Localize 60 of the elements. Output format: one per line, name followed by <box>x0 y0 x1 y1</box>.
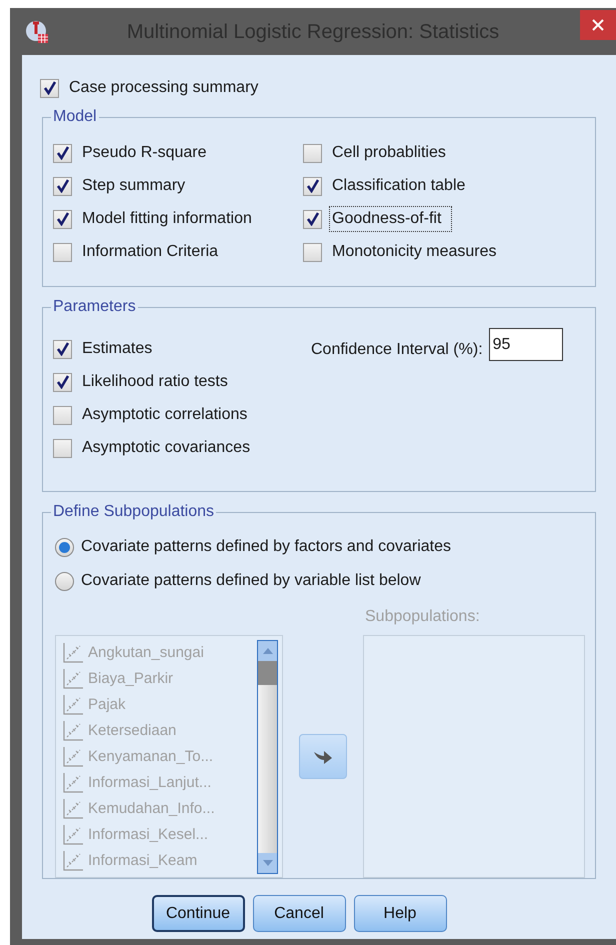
checkbox-label: Model fitting information <box>81 209 253 229</box>
checkbox-label: Monotonicity measures <box>331 242 498 262</box>
scale-variable-icon <box>62 694 84 716</box>
scale-variable-icon <box>62 798 84 820</box>
check-icon <box>42 81 56 95</box>
checkbox[interactable] <box>53 372 72 392</box>
checkbox[interactable] <box>303 176 322 196</box>
checkbox-label: Information Criteria <box>81 242 220 262</box>
checkbox-label: Estimates <box>81 339 154 359</box>
move-button[interactable] <box>299 734 347 779</box>
scroll-down-icon <box>262 860 272 866</box>
checkbox[interactable] <box>303 144 322 162</box>
checkbox[interactable] <box>53 438 72 458</box>
checkbox[interactable] <box>303 242 322 262</box>
dialog-button[interactable]: Continue <box>152 895 244 932</box>
checkbox-label: Classification table <box>331 176 466 196</box>
checkbox-label: Asymptotic correlations <box>81 405 248 425</box>
scale-variable-icon <box>62 642 84 664</box>
radio-label: Covariate patterns defined by variable list below <box>81 571 421 591</box>
list-label: Subpopulations: <box>364 607 481 627</box>
scroll-up-icon <box>262 648 272 654</box>
checkbox-label: Case processing summary <box>68 78 260 98</box>
check-icon <box>306 179 320 193</box>
check-icon <box>306 212 320 226</box>
check-icon <box>56 146 70 160</box>
checkbox[interactable] <box>40 78 59 98</box>
close-button[interactable] <box>580 10 616 40</box>
check-icon <box>56 375 70 389</box>
group-title: Define Subpopulations <box>51 502 216 522</box>
checkbox[interactable] <box>53 176 72 196</box>
checkbox[interactable] <box>53 340 72 358</box>
scale-variable-icon <box>62 746 84 768</box>
radio-button[interactable] <box>55 572 74 590</box>
scale-variable-icon <box>62 850 84 872</box>
scale-variable-icon <box>62 772 84 794</box>
close-icon <box>592 19 604 31</box>
checkbox-label: Asymptotic covariances <box>81 438 252 458</box>
checkbox[interactable] <box>53 406 72 424</box>
input-field[interactable]: 95 <box>488 328 563 361</box>
scale-variable-icon <box>62 668 84 690</box>
checkbox-label: Pseudo R-square <box>81 143 208 163</box>
checkbox[interactable] <box>53 242 72 262</box>
scale-variable-icon <box>62 824 84 846</box>
checkbox-label: Likelihood ratio tests <box>81 372 229 392</box>
app-icon <box>24 18 50 44</box>
checkbox[interactable] <box>53 144 72 162</box>
checkbox[interactable] <box>303 210 322 228</box>
checkbox-label: Goodness-of-fit <box>330 207 452 231</box>
scale-variable-icon <box>62 720 84 742</box>
checkbox[interactable] <box>53 210 72 228</box>
dialog-button[interactable]: Help <box>354 895 446 932</box>
check-icon <box>56 212 70 226</box>
radio-button[interactable] <box>55 538 74 556</box>
dialog-button[interactable]: Cancel <box>252 895 346 932</box>
checkbox-label: Cell probablities <box>331 143 447 163</box>
check-icon <box>56 342 70 356</box>
check-icon <box>56 179 70 193</box>
field-label: Confidence Interval (%): <box>311 340 483 360</box>
radio-label: Covariate patterns defined by factors and covariates <box>81 537 451 557</box>
checkbox-label: Step summary <box>81 176 186 196</box>
